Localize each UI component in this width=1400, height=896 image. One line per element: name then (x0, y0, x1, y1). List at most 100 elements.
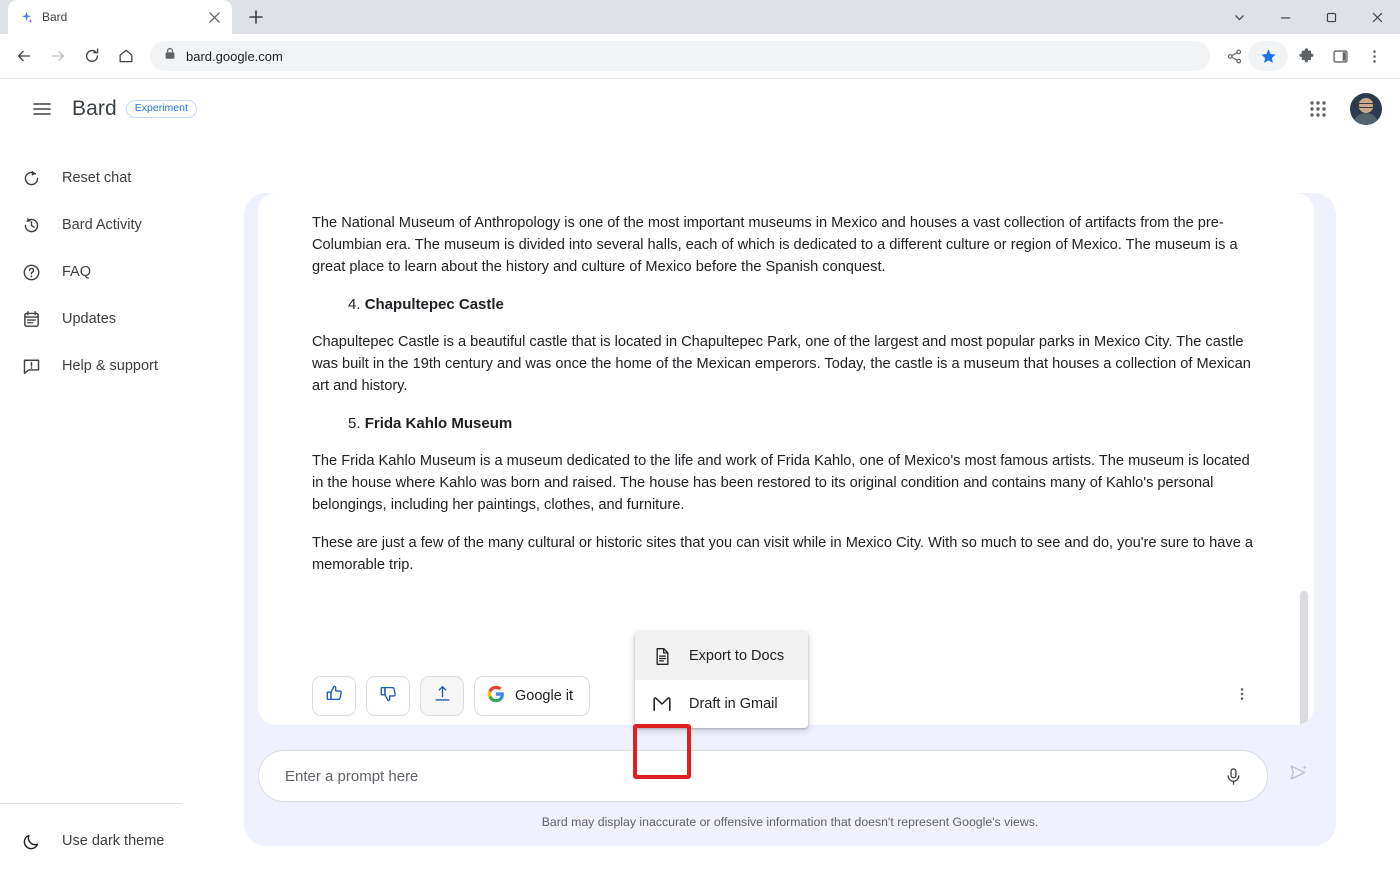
list-heading-text: Frida Kahlo Museum (365, 415, 513, 432)
list-number: 3. (348, 193, 361, 194)
close-icon[interactable] (206, 9, 222, 25)
chevron-down-icon[interactable] (1216, 0, 1262, 34)
microphone-icon[interactable] (1219, 762, 1247, 790)
back-arrow-icon[interactable] (8, 40, 40, 72)
conversation-body: 3. Museo Nacional de Antropología The Na… (258, 193, 1314, 592)
address-bar[interactable]: bard.google.com (150, 41, 1210, 71)
avatar-body (1353, 113, 1379, 125)
browser-tab-bard[interactable]: Bard (8, 0, 232, 34)
paragraph: These are just a few of the many cultura… (312, 532, 1260, 576)
menu-item-export-to-docs[interactable]: Export to Docs (635, 632, 808, 680)
bard-app: Bard Experiment (0, 79, 1400, 896)
scrollbar[interactable] (1300, 193, 1308, 725)
sidebar-item-updates[interactable]: Updates (0, 297, 236, 341)
header-right (1298, 79, 1382, 139)
list-item-heading: 5. Frida Kahlo Museum (348, 415, 1260, 432)
brand[interactable]: Bard Experiment (72, 97, 197, 121)
status-badge: Experiment (126, 100, 197, 118)
lock-icon (164, 47, 176, 65)
history-clock-icon (20, 214, 42, 236)
puzzle-piece-icon[interactable] (1290, 40, 1322, 72)
google-apps-grid-icon[interactable] (1298, 89, 1338, 129)
sidebar-item-label: Bard Activity (62, 217, 142, 233)
sidebar-item-label: Help & support (62, 358, 158, 374)
reset-chat-icon (20, 167, 42, 189)
star-filled-icon[interactable] (1252, 40, 1284, 72)
sidebar-item-faq[interactable]: FAQ (0, 250, 236, 294)
home-icon[interactable] (110, 40, 142, 72)
sidebar-nav: Reset chat Bard Activity FAQ (0, 139, 244, 391)
menu-item-label: Export to Docs (689, 648, 784, 664)
three-dots-vertical-icon (1234, 686, 1250, 707)
browser-toolbar: bard.google.com (0, 34, 1400, 79)
gmail-icon (651, 693, 673, 715)
sidebar-item-bard-activity[interactable]: Bard Activity (0, 203, 236, 247)
close-icon[interactable] (1354, 0, 1400, 34)
avatar-glasses (1358, 103, 1374, 108)
main-content: 3. Museo Nacional de Antropología The Na… (244, 139, 1400, 896)
paragraph: The Frida Kahlo Museum is a museum dedic… (312, 450, 1260, 516)
list-number: 4. (348, 296, 361, 313)
three-dots-vertical-icon[interactable] (1358, 40, 1390, 72)
sidebar: Reset chat Bard Activity FAQ (0, 139, 244, 896)
more-options-button[interactable] (1224, 678, 1260, 714)
google-docs-icon (651, 645, 673, 667)
list-item-heading: 4. Chapultepec Castle (348, 296, 1260, 313)
list-heading-text: Museo Nacional de Antropología (365, 193, 598, 194)
forward-arrow-icon[interactable] (42, 40, 74, 72)
list-heading-text: Chapultepec Castle (365, 296, 504, 313)
toolbar-right-icons (1218, 40, 1392, 72)
thumbs-up-button[interactable] (312, 676, 356, 716)
menu-item-draft-in-gmail[interactable]: Draft in Gmail (635, 680, 808, 728)
sidebar-item-label: Reset chat (62, 170, 131, 186)
maximize-icon[interactable] (1308, 0, 1354, 34)
reload-icon[interactable] (76, 40, 108, 72)
list-item-heading: 3. Museo Nacional de Antropología (348, 193, 1260, 194)
thumbs-down-icon (379, 684, 398, 708)
new-tab-button[interactable] (242, 3, 270, 31)
address-bar-url: bard.google.com (186, 49, 283, 64)
prompt-box[interactable] (258, 750, 1268, 802)
search-input[interactable] (283, 767, 1219, 786)
paragraph: The National Museum of Anthropology is o… (312, 212, 1260, 278)
google-it-button[interactable]: Google it (474, 676, 590, 716)
share-icon[interactable] (1218, 40, 1250, 72)
minimize-icon[interactable] (1262, 0, 1308, 34)
send-icon (1288, 763, 1309, 789)
sidebar-item-help-support[interactable]: Help & support (0, 344, 236, 388)
sidebar-item-dark-theme[interactable]: Use dark theme (0, 819, 174, 863)
thumbs-down-button[interactable] (366, 676, 410, 716)
window-controls (1216, 0, 1400, 34)
brand-name: Bard (72, 97, 117, 121)
disclaimer-text: Bard may display inaccurate or offensive… (244, 815, 1336, 829)
side-panel-icon[interactable] (1324, 40, 1356, 72)
chat-shell: 3. Museo Nacional de Antropología The Na… (244, 193, 1336, 846)
app-header: Bard Experiment (0, 79, 1400, 139)
sidebar-item-label: FAQ (62, 264, 91, 280)
scrollbar-thumb[interactable] (1300, 591, 1308, 725)
bookmark-pill[interactable] (1248, 41, 1288, 71)
avatar[interactable] (1350, 93, 1382, 125)
tab-title: Bard (42, 10, 198, 24)
share-export-button[interactable] (420, 676, 464, 716)
calendar-notes-icon (20, 308, 42, 330)
help-chat-icon (20, 355, 42, 377)
menu-item-label: Draft in Gmail (689, 696, 778, 712)
thumbs-up-icon (325, 684, 344, 708)
browser-window: Bard (0, 0, 1400, 896)
share-export-icon (433, 684, 452, 708)
prompt-area (258, 750, 1314, 802)
list-number: 5. (348, 415, 361, 432)
paragraph: Chapultepec Castle is a beautiful castle… (312, 331, 1260, 397)
sidebar-item-label: Use dark theme (62, 833, 164, 849)
google-g-icon (487, 685, 505, 707)
moon-icon (20, 830, 42, 852)
export-menu[interactable]: Export to Docs Draft in Gmail (635, 632, 808, 728)
tab-strip: Bard (0, 0, 1400, 34)
bard-sparkle-icon (18, 9, 34, 25)
sidebar-item-reset-chat[interactable]: Reset chat (0, 156, 236, 200)
send-button[interactable] (1282, 760, 1314, 792)
hamburger-menu-icon[interactable] (22, 89, 62, 129)
sidebar-item-label: Updates (62, 311, 116, 327)
google-it-label: Google it (515, 688, 573, 704)
